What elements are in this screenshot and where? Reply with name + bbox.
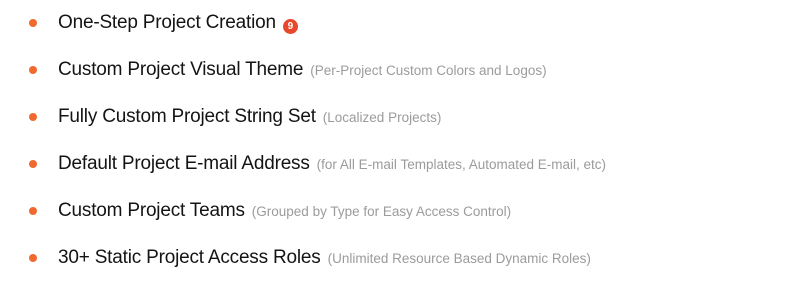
bullet-icon [29, 207, 37, 215]
feature-title: Fully Custom Project String Set [58, 106, 316, 127]
bullet-icon [29, 254, 37, 262]
feature-note: (Per-Project Custom Colors and Logos) [310, 63, 547, 78]
list-item: 30+ Static Project Access Roles (Unlimit… [0, 238, 790, 278]
feature-note: (Grouped by Type for Easy Access Control… [251, 204, 512, 219]
list-item: Fully Custom Project String Set (Localiz… [0, 97, 790, 137]
feature-content: Fully Custom Project String Set (Localiz… [58, 106, 441, 128]
feature-content: Custom Project Visual Theme (Per-Project… [58, 59, 547, 81]
feature-title: Custom Project Visual Theme [58, 59, 304, 80]
feature-content: 30+ Static Project Access Roles (Unlimit… [58, 247, 591, 269]
bullet-icon [29, 113, 37, 121]
feature-title: Default Project E-mail Address [58, 153, 310, 174]
feature-content: Default Project E-mail Address (for All … [58, 153, 606, 175]
feature-note: (Localized Projects) [322, 110, 442, 125]
feature-content: Custom Project Teams (Grouped by Type fo… [58, 200, 511, 222]
feature-note: (for All E-mail Templates, Automated E-m… [316, 157, 607, 172]
feature-title: One-Step Project Creation [58, 12, 276, 33]
feature-title: 30+ Static Project Access Roles [58, 247, 321, 268]
list-item: Default Project E-mail Address (for All … [0, 144, 790, 184]
bullet-icon [29, 19, 37, 27]
bullet-icon [29, 160, 37, 168]
list-item: One-Step Project Creation 9 [0, 3, 790, 43]
feature-note: (Unlimited Resource Based Dynamic Roles) [327, 251, 591, 266]
feature-title: Custom Project Teams [58, 200, 245, 221]
bullet-icon [29, 66, 37, 74]
list-item: Custom Project Visual Theme (Per-Project… [0, 50, 790, 90]
feature-content: One-Step Project Creation 9 [58, 12, 298, 34]
number-badge: 9 [282, 19, 298, 34]
list-item: Custom Project Teams (Grouped by Type fo… [0, 191, 790, 231]
